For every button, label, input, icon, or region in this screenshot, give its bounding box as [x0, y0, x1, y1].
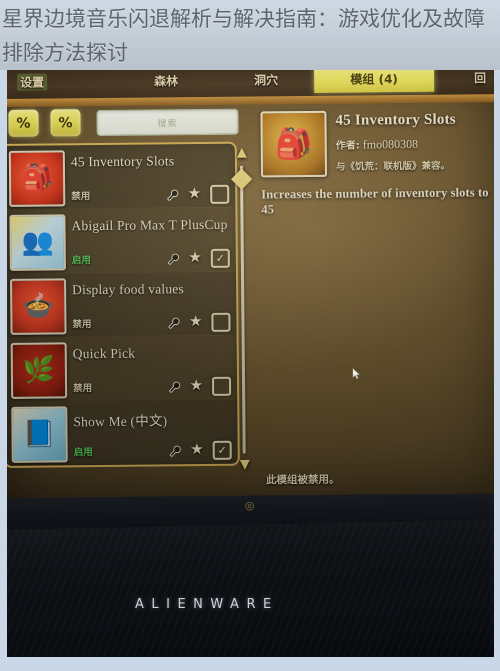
mod-row-actions: ★: [167, 312, 231, 333]
mod-row-body: Display food values 禁用 ★: [72, 275, 233, 335]
config-wrench-icon[interactable]: [167, 316, 180, 330]
laptop-photo: 设置 森林 洞穴 模组 (4) 回 % % 搜索 🎒 45 Inventory …: [0, 70, 500, 671]
mod-thumbnail-icon: 📘: [11, 406, 68, 463]
author-label: 作者:: [335, 140, 360, 152]
author-name: fmo080308: [362, 136, 419, 152]
mod-status-message: 此模组被禁用。: [265, 473, 340, 487]
tab-cave-label: 洞穴: [254, 72, 279, 88]
favorite-star-icon[interactable]: ★: [189, 314, 203, 330]
mod-detail-panel: 🎒 45 Inventory Slots 作者: fmo080308 与《饥荒：…: [254, 103, 500, 495]
mod-list[interactable]: 🎒 45 Inventory Slots 禁用 ★ 👥 Abigail Pro …: [0, 141, 240, 468]
mod-name: Display food values: [72, 281, 184, 298]
photo-border-left: [0, 70, 7, 671]
mod-enable-checkbox[interactable]: [211, 376, 232, 396]
alienware-brand-label: ALIENWARE: [135, 597, 279, 612]
config-wrench-icon[interactable]: [168, 380, 181, 394]
mod-name: Show Me (中文): [73, 413, 168, 430]
search-placeholder: 搜索: [157, 118, 178, 129]
favorite-star-icon[interactable]: ★: [190, 442, 204, 458]
scrollbar-track[interactable]: [239, 165, 246, 454]
tab-back-label: 回: [474, 70, 487, 85]
mouse-cursor-icon: [352, 367, 361, 380]
tab-forest-label: 森林: [154, 73, 179, 88]
mod-name: Abigail Pro Max T PlusCup: [71, 216, 228, 234]
crockpot-icon: 🍲: [21, 291, 55, 321]
table-row[interactable]: 👥 Abigail Pro Max T PlusCup 启用 ★ ✓: [3, 207, 236, 273]
tab-cave[interactable]: 洞穴: [236, 70, 296, 94]
mod-row-body: Quick Pick 禁用 ★: [73, 339, 234, 399]
table-row[interactable]: 🌿 Quick Pick 禁用 ★: [4, 335, 238, 401]
config-wrench-icon[interactable]: [168, 444, 181, 458]
mod-thumbnail-icon: 🌿: [10, 342, 68, 399]
search-input[interactable]: 搜索: [96, 108, 239, 137]
game-tab-bar: 设置 森林 洞穴 模组 (4) 回: [0, 70, 500, 107]
mod-enable-checkbox[interactable]: ✓: [210, 248, 230, 268]
mod-thumbnail-icon: 👥: [9, 214, 66, 271]
photo-border-bottom: [0, 657, 500, 671]
mod-toolbar: % % 搜索: [4, 104, 239, 142]
favorite-star-icon[interactable]: ★: [190, 378, 204, 394]
mod-state: 禁用: [73, 383, 93, 395]
scroll-up-arrow-icon[interactable]: ▲: [231, 143, 253, 162]
mod-compatibility: 与《饥荒：联机版》兼容。: [335, 160, 451, 173]
mod-row-actions: ★: [168, 376, 232, 397]
mod-description: Increases the number of inventory slots …: [261, 185, 489, 217]
mod-enable-checkbox[interactable]: [211, 312, 231, 332]
table-row[interactable]: 🎒 45 Inventory Slots 禁用 ★: [2, 143, 236, 209]
enable-all-mods-button[interactable]: %: [8, 109, 39, 137]
tab-mods[interactable]: 模组 (4): [313, 70, 435, 93]
enable-all-icon: %: [16, 115, 31, 132]
mod-detail-author: 作者: fmo080308: [336, 135, 495, 153]
plant-icon: 🌿: [22, 355, 56, 385]
mod-detail-text: 45 Inventory Slots 作者: fmo080308 与《饥荒：联机…: [335, 109, 495, 173]
config-wrench-icon[interactable]: [166, 252, 179, 266]
mod-name: 45 Inventory Slots: [70, 153, 175, 170]
article-title: 星界边境音乐闪退解析与解决指南：游戏优化及故障排除方法探讨: [2, 7, 485, 65]
scroll-down-arrow-icon[interactable]: ▼: [234, 455, 256, 474]
table-row[interactable]: 📘 Show Me (中文) 启用 ★ ✓: [5, 399, 238, 465]
favorite-star-icon[interactable]: ★: [188, 250, 202, 266]
backpack-icon: 🎒: [20, 163, 54, 193]
disable-all-mods-button[interactable]: %: [50, 109, 81, 137]
mod-state: 启用: [71, 255, 91, 267]
mod-enable-checkbox[interactable]: ✓: [212, 440, 232, 460]
mod-detail-thumbnail-icon: 🎒: [260, 110, 328, 178]
mod-row-body: 45 Inventory Slots 禁用 ★: [71, 147, 232, 207]
mod-row-actions: ★ ✓: [168, 440, 232, 461]
table-row[interactable]: 🍲 Display food values 禁用 ★: [3, 271, 237, 337]
mod-row-actions: ★ ✓: [166, 248, 230, 269]
laptop-bezel: [0, 519, 500, 671]
tab-forest[interactable]: 森林: [136, 70, 196, 95]
tab-settings[interactable]: 设置: [4, 70, 60, 96]
mod-state: 禁用: [72, 319, 92, 331]
tab-mods-label: 模组 (4): [350, 71, 398, 87]
mod-thumbnail-icon: 🍲: [10, 278, 67, 335]
mod-row-body: Abigail Pro Max T PlusCup 启用 ★ ✓: [71, 211, 232, 271]
mod-detail-header: 🎒 45 Inventory Slots 作者: fmo080308 与《饥荒：…: [260, 109, 495, 178]
alienware-head-logo-icon: ◎: [244, 500, 255, 512]
mod-state: 禁用: [71, 191, 91, 203]
game-screen: 设置 森林 洞穴 模组 (4) 回 % % 搜索 🎒 45 Inventory …: [0, 70, 500, 526]
scrollbar-thumb[interactable]: [230, 168, 253, 190]
favorite-star-icon[interactable]: ★: [188, 186, 202, 202]
disable-all-icon: %: [58, 114, 73, 131]
backpack-icon: 🎒: [274, 127, 313, 161]
characters-icon: 👥: [21, 227, 54, 257]
article-header: 星界边境音乐闪退解析与解决指南：游戏优化及故障排除方法探讨: [0, 0, 500, 72]
book-icon: 📘: [23, 419, 56, 449]
mod-detail-title: 45 Inventory Slots: [335, 111, 456, 129]
mod-row-body: Show Me (中文) 启用 ★ ✓: [73, 403, 234, 463]
mod-list-scrollbar[interactable]: ▲ ▼: [229, 143, 258, 474]
mod-enable-checkbox[interactable]: [210, 184, 230, 204]
mod-state: 启用: [73, 447, 93, 459]
tab-settings-label: 设置: [17, 73, 48, 91]
photo-border-right: [494, 70, 500, 671]
config-wrench-icon[interactable]: [166, 188, 179, 202]
mod-row-actions: ★: [166, 184, 230, 205]
mod-thumbnail-icon: 🎒: [8, 150, 66, 207]
mod-name: Quick Pick: [72, 345, 136, 362]
mod-list-panel: % % 搜索 🎒 45 Inventory Slots 禁用 ★ 👥 Abiga…: [0, 104, 242, 526]
